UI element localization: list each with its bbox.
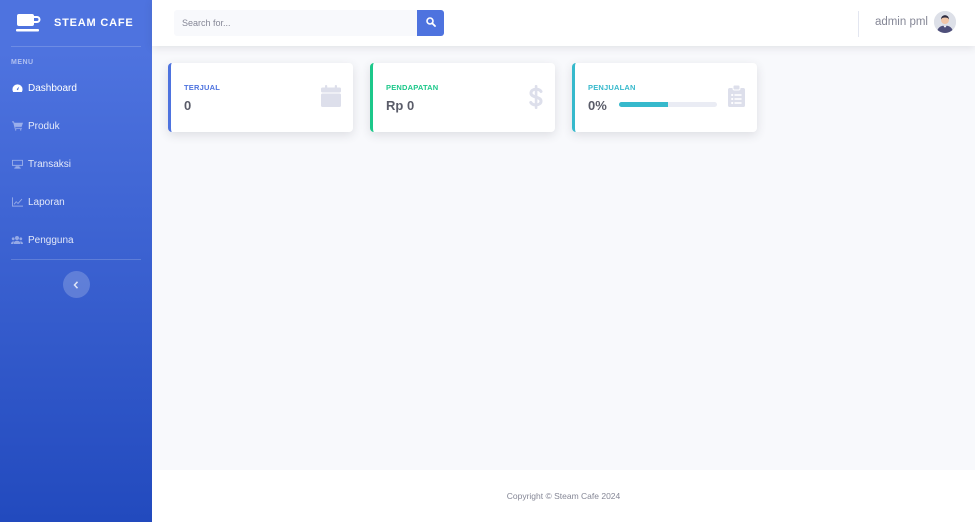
search-button[interactable] xyxy=(417,10,444,36)
sidebar-item-produk[interactable]: Produk xyxy=(0,107,152,145)
brand-link[interactable]: STEAM CAFE xyxy=(0,0,152,46)
footer: Copyright © Steam Cafe 2024 xyxy=(152,470,975,522)
sidebar-item-dashboard[interactable]: Dashboard xyxy=(0,69,152,107)
sidebar-item-label: Dashboard xyxy=(28,82,77,94)
search-icon xyxy=(425,14,436,32)
shopping-cart-icon xyxy=(11,121,23,131)
card-value: 0% xyxy=(588,98,607,113)
card-value: Rp 0 xyxy=(386,98,415,113)
chevron-left-icon xyxy=(73,276,79,294)
user-dropdown[interactable]: admin pml xyxy=(875,11,956,33)
sidebar: STEAM CAFE MENU Dashboard Produk Transak… xyxy=(0,0,152,522)
search-input[interactable] xyxy=(174,10,417,36)
card-label: PENDAPATAN xyxy=(386,83,439,92)
brand-name: STEAM CAFE xyxy=(54,17,134,29)
sidebar-item-label: Laporan xyxy=(28,196,65,208)
avatar xyxy=(934,11,956,33)
sidebar-heading: MENU xyxy=(11,59,34,66)
card-label: PENJUALAN xyxy=(588,83,636,92)
dollar-icon xyxy=(529,85,543,114)
clipboard-list-icon xyxy=(728,84,745,112)
tachometer-icon xyxy=(11,83,23,93)
sidebar-item-label: Pengguna xyxy=(28,234,74,246)
card-terjual: TERJUAL 0 xyxy=(168,63,353,132)
sidebar-item-pengguna[interactable]: Pengguna xyxy=(0,221,152,259)
progress-bar xyxy=(619,102,717,107)
desktop-icon xyxy=(11,159,23,169)
copyright-text: Copyright © Steam Cafe 2024 xyxy=(506,491,621,501)
sidebar-item-label: Transaksi xyxy=(28,158,71,170)
chart-line-icon xyxy=(11,197,23,207)
sidebar-toggle-wrap xyxy=(0,260,152,298)
sidebar-item-laporan[interactable]: Laporan xyxy=(0,183,152,221)
search-form xyxy=(174,10,444,36)
card-penjualan: PENJUALAN 0% xyxy=(572,63,757,132)
sidebar-item-transaksi[interactable]: Transaksi xyxy=(0,145,152,183)
progress-fill xyxy=(619,102,668,107)
coffee-cup-icon xyxy=(16,13,42,33)
card-label: TERJUAL xyxy=(184,83,220,92)
topbar-divider xyxy=(858,11,859,37)
users-icon xyxy=(11,235,23,245)
user-name: admin pml xyxy=(874,16,928,28)
sidebar-toggle-button[interactable] xyxy=(62,271,90,298)
card-value: 0 xyxy=(184,98,192,113)
card-pendapatan: PENDAPATAN Rp 0 xyxy=(370,63,555,132)
topbar: admin pml xyxy=(152,0,975,46)
sidebar-item-label: Produk xyxy=(28,120,60,132)
calendar-icon xyxy=(321,85,341,112)
